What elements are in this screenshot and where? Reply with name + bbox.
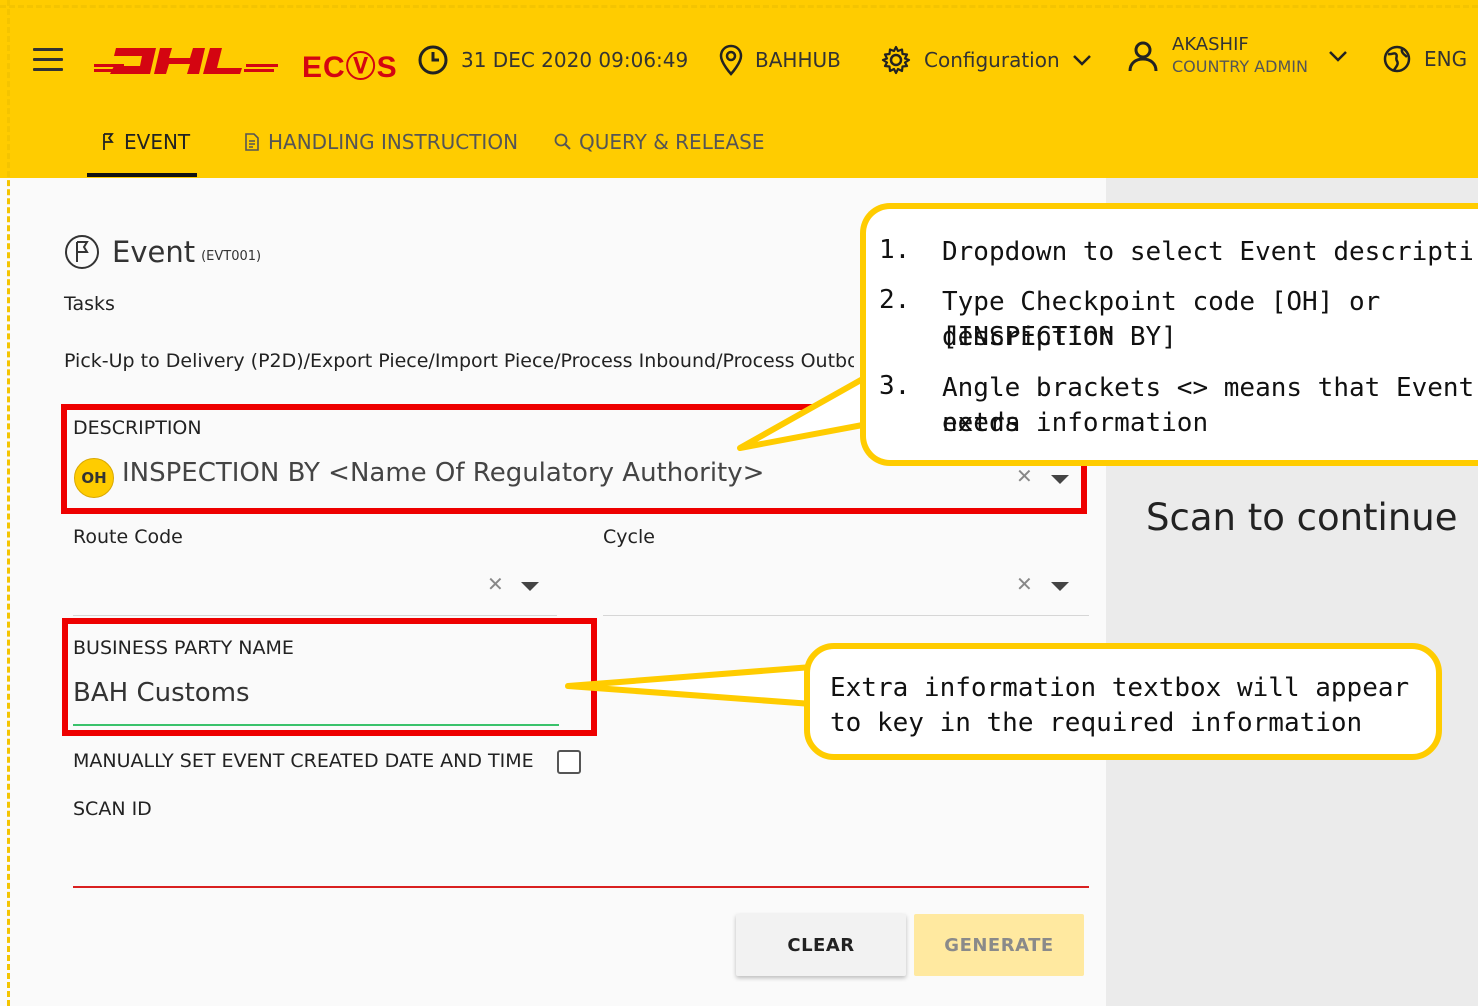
gear-icon	[881, 45, 911, 75]
tab-event[interactable]: EVENT	[98, 130, 190, 154]
dhl-logo	[94, 48, 278, 74]
user-role: COUNTRY ADMIN	[1172, 57, 1308, 76]
description-dropdown[interactable]: INSPECTION BY <Name Of Regulatory Author…	[122, 458, 764, 488]
manual-date-checkbox[interactable]	[557, 750, 581, 774]
datetime-text: 31 DEC 2020 09:06:49	[461, 48, 689, 72]
tab-handling-instruction[interactable]: HANDLING INSTRUCTION	[242, 130, 518, 154]
callout-top-edge	[1472, 203, 1478, 209]
location-text: BAHHUB	[755, 48, 841, 72]
app-name: ECⓋS	[302, 51, 398, 84]
event-title: Event (EVT001)	[64, 234, 261, 270]
route-code-label: Route Code	[73, 526, 183, 548]
document-icon	[245, 133, 259, 151]
search-icon	[554, 133, 571, 150]
manual-date-label: MANUALLY SET EVENT CREATED DATE AND TIME	[73, 750, 534, 772]
cycle-field[interactable]	[603, 615, 1089, 616]
dashed-frame-top	[0, 5, 1478, 8]
checkpoint-badge: OH	[74, 458, 114, 498]
cycle-dropdown-caret[interactable]	[1051, 582, 1069, 591]
active-tab-indicator	[87, 173, 197, 177]
clear-button[interactable]: CLEAR	[736, 914, 906, 976]
business-party-label: BUSINESS PARTY NAME	[73, 637, 294, 659]
generate-button[interactable]: GENERATE	[914, 914, 1084, 976]
dashed-frame-left	[7, 0, 10, 1006]
business-party-highlight	[62, 618, 597, 736]
configuration-label: Configuration	[924, 48, 1060, 72]
location-display[interactable]: BAHHUB	[719, 44, 841, 76]
menu-icon[interactable]	[33, 48, 63, 72]
annotation-callout-business-party: Extra information textbox will appear to…	[804, 643, 1442, 760]
tab-query-release[interactable]: QUERY & RELEASE	[553, 130, 765, 154]
chevron-down-icon	[1072, 55, 1091, 66]
language-text: ENG	[1424, 47, 1468, 71]
business-party-input[interactable]: BAH Customs	[73, 678, 250, 708]
language-selector[interactable]: ENG	[1382, 44, 1467, 74]
user-name: AKASHIF	[1172, 34, 1249, 55]
event-title-text: Event	[112, 235, 196, 269]
clear-description-icon[interactable]: ✕	[1016, 464, 1033, 488]
configuration-menu[interactable]: Configuration	[880, 44, 1092, 76]
route-code-field[interactable]	[73, 615, 557, 616]
callout-clip	[1472, 203, 1478, 466]
user-icon	[1128, 41, 1158, 72]
tasks-label: Tasks	[64, 293, 115, 315]
clear-cycle-icon[interactable]: ✕	[1016, 572, 1033, 596]
event-circle-icon	[65, 235, 99, 269]
event-icon	[103, 133, 114, 150]
user-menu[interactable]: AKASHIF COUNTRY ADMIN	[1126, 34, 1348, 78]
scan-id-input[interactable]	[73, 886, 1089, 888]
annotation-callout-description: 1. Dropdown to select Event description …	[860, 203, 1478, 466]
tasks-value: Pick-Up to Delivery (P2D)/Export Piece/I…	[64, 350, 854, 372]
location-pin-icon	[719, 44, 743, 76]
event-code: (EVT001)	[201, 248, 262, 264]
clock-icon	[418, 45, 448, 75]
business-party-underline	[73, 724, 559, 726]
chevron-down-icon	[1329, 51, 1347, 62]
scan-id-label: SCAN ID	[73, 798, 152, 820]
datetime-display: 31 DEC 2020 09:06:49	[417, 44, 688, 76]
scan-to-continue-text: Scan to continue	[1146, 496, 1458, 539]
cycle-label: Cycle	[603, 526, 655, 548]
description-label: DESCRIPTION	[73, 417, 202, 439]
globe-icon	[1383, 45, 1411, 73]
callout-bottom-edge	[1472, 460, 1478, 466]
description-dropdown-caret[interactable]	[1051, 475, 1069, 484]
clear-route-code-icon[interactable]: ✕	[487, 572, 504, 596]
app-header: ECⓋS 31 DEC 2020 09:06:49 BAHHUB Configu…	[0, 0, 1478, 178]
route-code-dropdown-caret[interactable]	[521, 582, 539, 591]
